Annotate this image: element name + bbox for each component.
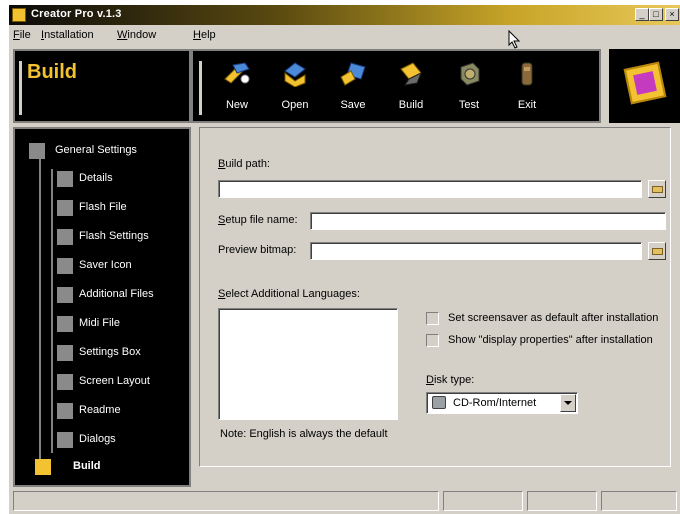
disk-type-label: Disk type: (426, 374, 475, 386)
save-button[interactable]: Save (327, 59, 379, 119)
default-screensaver-checkbox[interactable] (426, 312, 439, 325)
folder-icon (652, 186, 663, 193)
menu-bar: File Installation Window Help (9, 27, 680, 45)
folder-icon (652, 248, 663, 255)
status-bar (13, 491, 677, 513)
close-button[interactable]: × (665, 8, 679, 21)
build-path-browse-button[interactable] (648, 180, 666, 198)
app-logo (609, 49, 680, 123)
nav-item-screen-layout[interactable]: Screen Layout (21, 372, 181, 392)
build-path-input[interactable] (218, 180, 642, 198)
app-icon (12, 8, 26, 22)
status-cell-4 (601, 491, 677, 511)
open-button[interactable]: Open (269, 59, 321, 119)
toolbar: New Open Save Build Test Exit (191, 49, 601, 123)
nav-item-general-settings[interactable]: General Settings (21, 141, 181, 161)
build-button[interactable]: Build (385, 59, 437, 119)
section-title: Build (27, 61, 77, 83)
menu-installation[interactable]: Installation (41, 29, 94, 41)
setup-file-input[interactable] (310, 212, 666, 230)
cube-logo-icon (623, 61, 667, 105)
test-button[interactable]: Test (443, 59, 495, 119)
languages-note: Note: English is always the default (220, 428, 388, 440)
exit-button[interactable]: Exit (501, 59, 553, 119)
disk-type-select[interactable]: CD-Rom/Internet (426, 392, 578, 414)
test-icon (460, 62, 480, 86)
display-properties-checkbox[interactable] (426, 334, 439, 347)
build-icon (400, 62, 422, 86)
title-bar: Creator Pro v.1.3 _ □ × (9, 5, 680, 25)
chevron-down-icon[interactable] (560, 394, 576, 412)
nav-item-settings-box[interactable]: Settings Box (21, 343, 181, 363)
build-settings-panel: Build path: Setup file name: Preview bit… (199, 127, 671, 467)
nav-item-midi-file[interactable]: Midi File (21, 314, 181, 334)
languages-label: Select Additional Languages: (218, 288, 360, 300)
disk-icon (432, 396, 446, 409)
status-cell-3 (527, 491, 597, 511)
menu-window[interactable]: Window (117, 29, 156, 41)
nav-item-dialogs[interactable]: Dialogs (21, 430, 181, 450)
build-path-label: Build path: (218, 158, 270, 170)
new-button[interactable]: New (211, 59, 263, 119)
toolbar-grip (199, 61, 202, 115)
open-icon (284, 62, 306, 87)
nav-item-build[interactable]: Build (21, 457, 181, 477)
preview-bitmap-browse-button[interactable] (648, 242, 666, 260)
mouse-cursor-icon (508, 30, 521, 49)
nav-item-flash-file[interactable]: Flash File (21, 198, 181, 218)
nav-item-flash-settings[interactable]: Flash Settings (21, 227, 181, 247)
menu-help[interactable]: Help (193, 29, 216, 41)
nav-item-saver-icon[interactable]: Saver Icon (21, 256, 181, 276)
status-cell-2 (443, 491, 523, 511)
maximize-button[interactable]: □ (649, 8, 663, 21)
new-icon (224, 62, 250, 84)
save-icon (340, 62, 366, 86)
display-properties-label: Show "display properties" after installa… (448, 334, 653, 346)
section-header: Build (13, 49, 191, 123)
minimize-button[interactable]: _ (635, 8, 649, 21)
nav-tree: General Settings Details Flash File Flas… (13, 127, 191, 487)
default-screensaver-label: Set screensaver as default after install… (448, 312, 659, 324)
setup-file-label: Setup file name: (218, 214, 298, 226)
app-window: Creator Pro v.1.3 _ □ × File Installatio… (8, 4, 680, 514)
preview-bitmap-label: Preview bitmap: (218, 244, 297, 256)
status-cell-main (13, 491, 439, 511)
menu-file[interactable]: File (13, 29, 31, 41)
exit-icon (521, 62, 533, 86)
nav-item-additional-files[interactable]: Additional Files (21, 285, 181, 305)
window-title: Creator Pro v.1.3 (31, 8, 122, 20)
preview-bitmap-input[interactable] (310, 242, 642, 260)
languages-listbox[interactable] (218, 308, 398, 420)
nav-item-details[interactable]: Details (21, 169, 181, 189)
nav-item-readme[interactable]: Readme (21, 401, 181, 421)
grip-bar (19, 61, 22, 115)
